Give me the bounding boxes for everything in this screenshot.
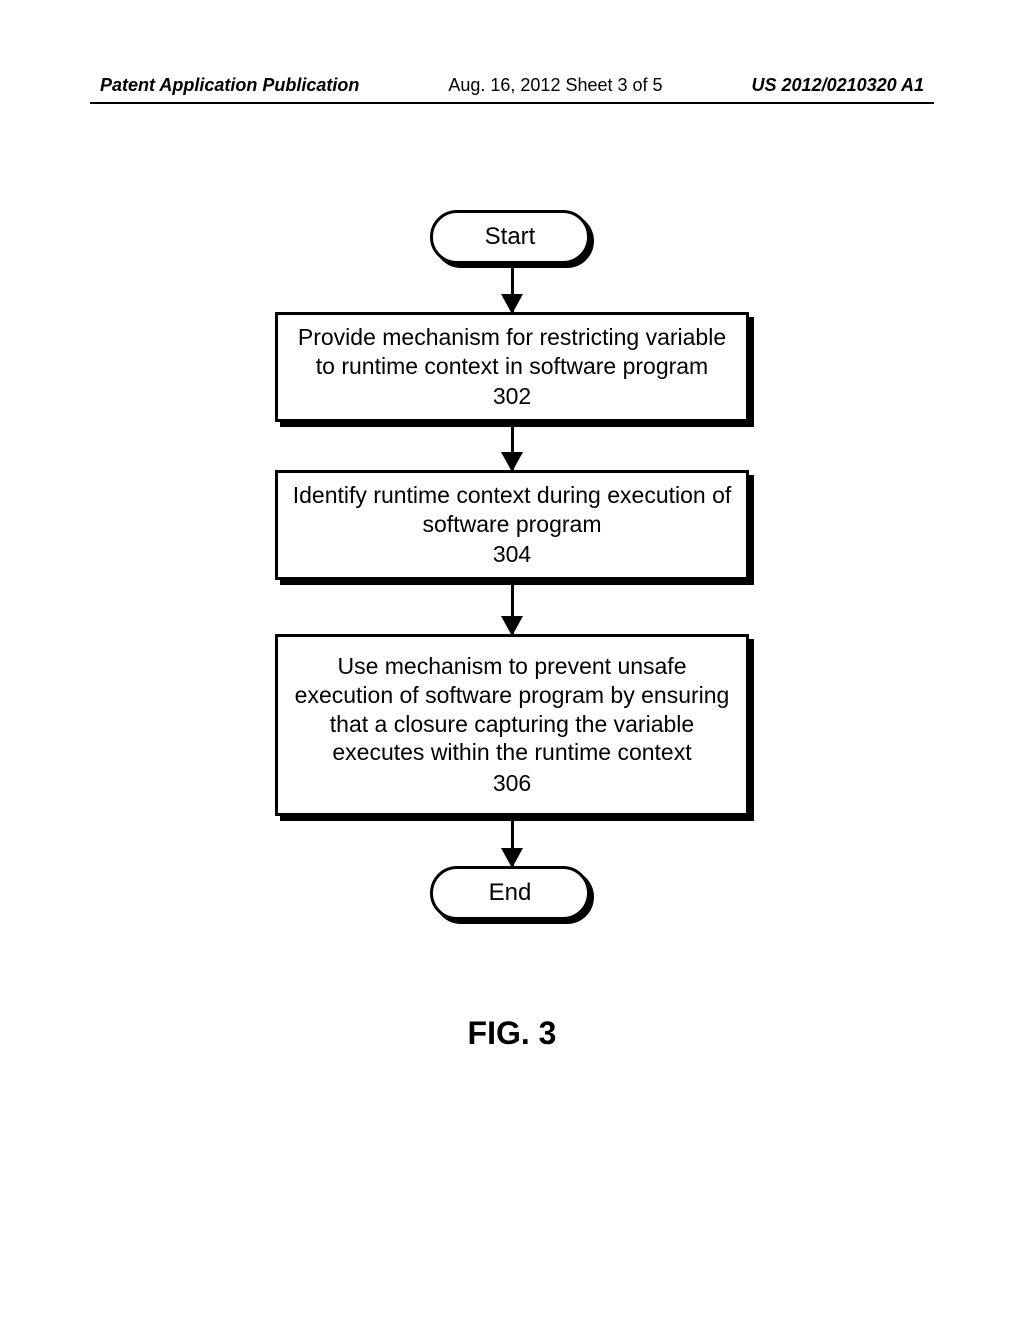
flow-step-302: Provide mechanism for restricting variab… bbox=[275, 312, 749, 422]
flow-arrow bbox=[511, 268, 514, 312]
flow-end: End bbox=[430, 866, 594, 924]
flow-step-number: 302 bbox=[493, 382, 531, 411]
flow-arrow bbox=[511, 422, 514, 470]
flow-step-text: Provide mechanism for restricting variab… bbox=[288, 323, 736, 381]
flow-end-label: End bbox=[430, 866, 590, 920]
flowchart: Start Provide mechanism for restricting … bbox=[0, 210, 1024, 924]
flow-step-text: Use mechanism to prevent unsafe executio… bbox=[288, 652, 736, 767]
header-center: Aug. 16, 2012 Sheet 3 of 5 bbox=[448, 75, 662, 96]
page-header: Patent Application Publication Aug. 16, … bbox=[100, 75, 924, 96]
flow-step-number: 306 bbox=[493, 769, 531, 798]
flow-start: Start bbox=[430, 210, 594, 268]
flow-step-306: Use mechanism to prevent unsafe executio… bbox=[275, 634, 749, 816]
flow-start-label: Start bbox=[430, 210, 590, 264]
flow-step-304: Identify runtime context during executio… bbox=[275, 470, 749, 580]
header-rule bbox=[90, 102, 934, 104]
flow-step-number: 304 bbox=[493, 540, 531, 569]
header-left: Patent Application Publication bbox=[100, 75, 359, 96]
flow-arrow bbox=[511, 580, 514, 634]
flow-step-text: Identify runtime context during executio… bbox=[288, 481, 736, 539]
figure-label: FIG. 3 bbox=[0, 1015, 1024, 1052]
flow-arrow bbox=[511, 816, 514, 866]
header-right: US 2012/0210320 A1 bbox=[752, 75, 924, 96]
